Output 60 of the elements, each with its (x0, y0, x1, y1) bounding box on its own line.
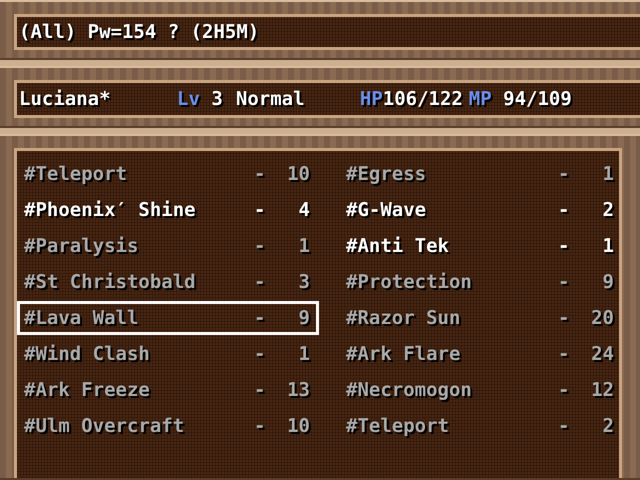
skill-row[interactable]: #Phoenix′ Shine - 4 (17, 193, 319, 227)
skill-cost: 2 (602, 415, 614, 437)
level-value: 3 (210, 88, 224, 110)
skill-cost: 1 (602, 235, 614, 257)
skill-name: #Ark Freeze (24, 379, 151, 401)
skill-cost: 10 (286, 163, 310, 185)
skill-name: #Ulm Overcraft (24, 415, 186, 437)
skill-name: #Lava Wall (24, 307, 140, 329)
hp-value: 106/122 (382, 88, 464, 110)
skill-cost: 20 (590, 307, 614, 329)
skill-cost: 12 (590, 379, 614, 401)
skill-name: #Teleport (24, 163, 128, 185)
skill-name: #St Christobald (24, 271, 197, 293)
skill-dash: - (254, 415, 266, 437)
skill-cost: 9 (298, 307, 310, 329)
skill-cost: 1 (298, 343, 310, 365)
help-text: (All) Pw=154 ? (2H5M) (19, 21, 260, 43)
skill-dash: - (254, 235, 266, 257)
skill-dash: - (254, 343, 266, 365)
skill-name: #Egress (346, 163, 428, 185)
skill-cost: 13 (286, 379, 310, 401)
skill-dash: - (558, 199, 570, 221)
skill-cost: 1 (298, 235, 310, 257)
skill-dash: - (558, 271, 570, 293)
skill-dash: - (558, 307, 570, 329)
skill-cost: 4 (298, 199, 310, 221)
skill-name: #Protection (346, 271, 473, 293)
character-name: Luciana* (19, 88, 112, 110)
skill-name: #Ark Flare (346, 343, 462, 365)
skill-dash: - (558, 235, 570, 257)
skill-dash: - (558, 415, 570, 437)
skill-cost: 1 (602, 163, 614, 185)
skill-row[interactable]: #G-Wave - 2 (339, 193, 623, 227)
skill-dash: - (558, 379, 570, 401)
skill-dash: - (558, 163, 570, 185)
mp-value: 94/109 (502, 88, 572, 110)
skill-dash: - (254, 199, 266, 221)
skill-name: #Razor Sun (346, 307, 462, 329)
skill-dash: - (254, 307, 266, 329)
mp-label: MP (468, 88, 492, 110)
skill-name: #Necromogon (346, 379, 473, 401)
skill-name: #G-Wave (346, 199, 428, 221)
skill-cost: 3 (298, 271, 310, 293)
skill-name: #Paralysis (24, 235, 140, 257)
skill-dash: - (254, 163, 266, 185)
skill-cost: 2 (602, 199, 614, 221)
skill-name: #Anti Tek (346, 235, 450, 257)
level-label: Lv (177, 88, 200, 110)
skill-cost: 9 (602, 271, 614, 293)
skill-name: #Wind Clash (24, 343, 151, 365)
skill-dash: - (558, 343, 570, 365)
skill-cost: 24 (590, 343, 614, 365)
skill-row[interactable]: #Anti Tek - 1 (339, 229, 623, 263)
condition-text: Normal (236, 88, 306, 110)
skill-name: #Phoenix′ Shine (24, 199, 197, 221)
hp-label: HP (360, 88, 383, 110)
skill-dash: - (254, 271, 266, 293)
skill-cost: 10 (286, 415, 310, 437)
skill-name: #Teleport (346, 415, 450, 437)
skill-dash: - (254, 379, 266, 401)
